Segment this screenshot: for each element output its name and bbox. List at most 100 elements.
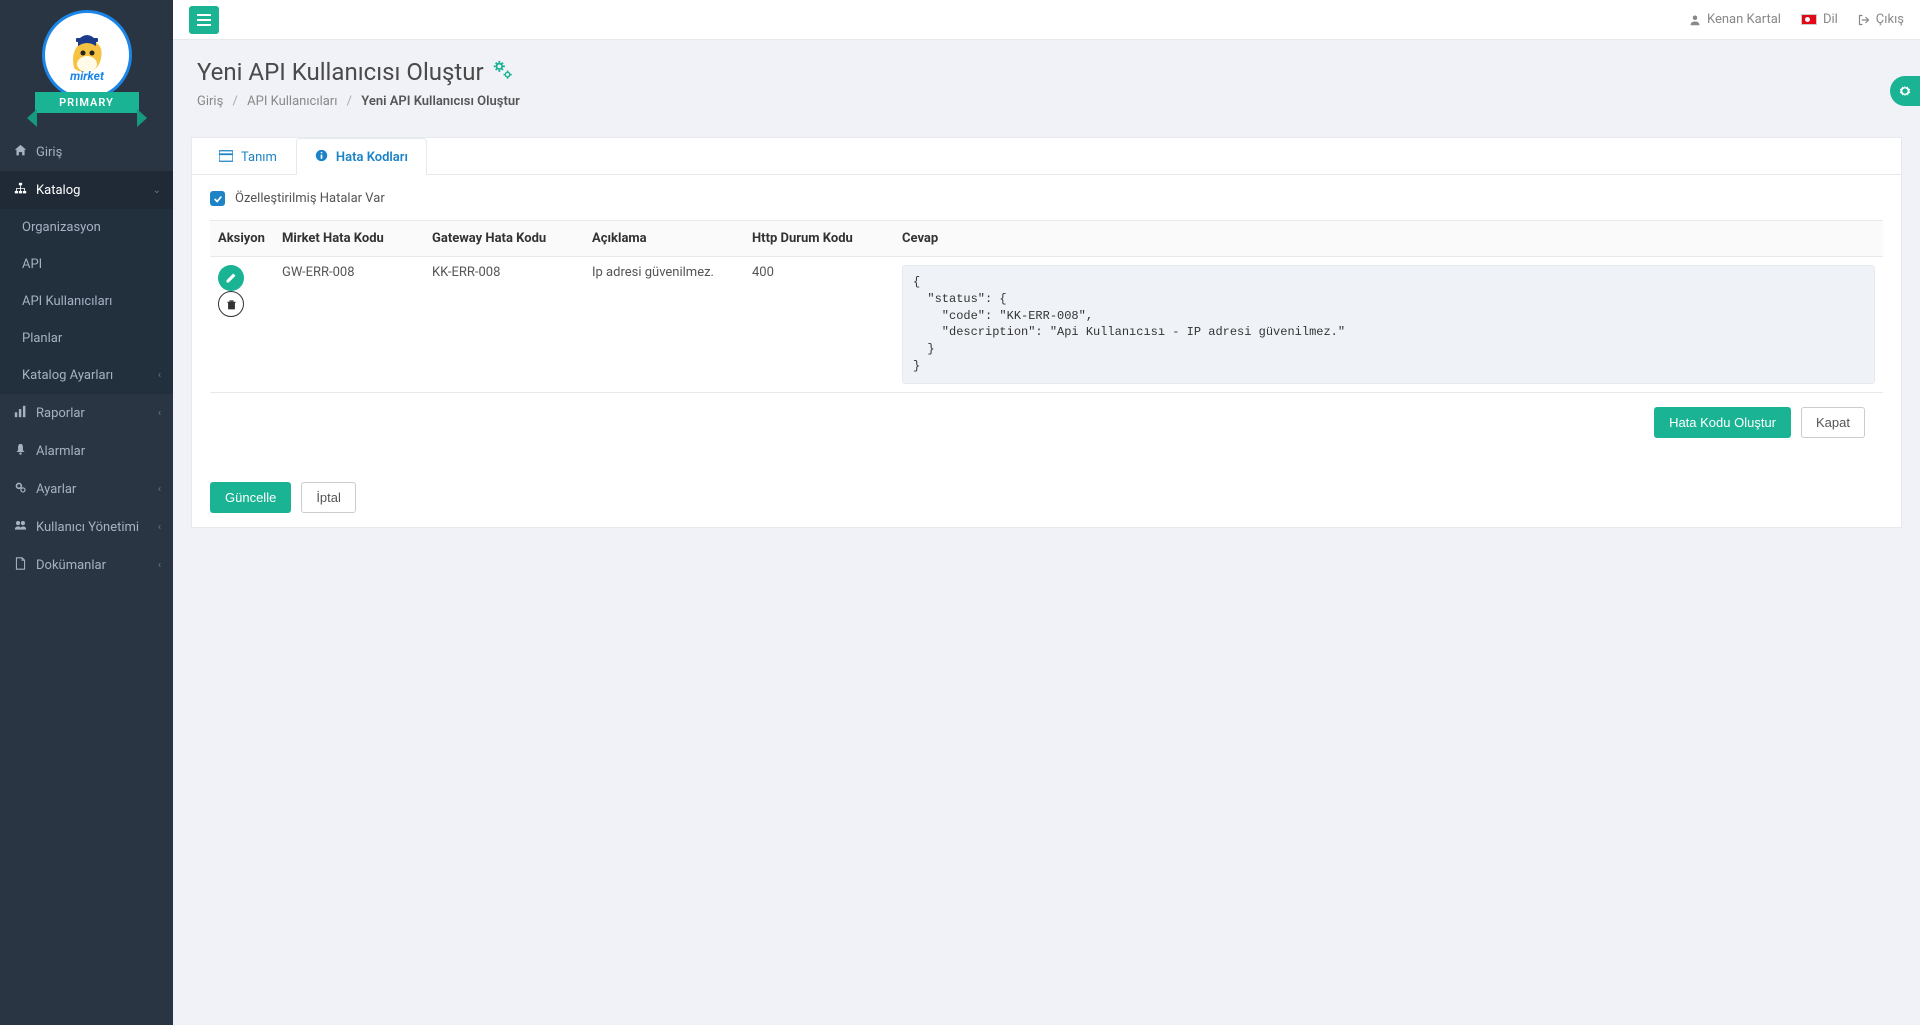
sidebar-item-alarmlar[interactable]: Alarmlar — [0, 432, 173, 470]
table-row: GW-ERR-008 KK-ERR-008 Ip adresi güvenilm… — [210, 257, 1883, 393]
cancel-button[interactable]: İptal — [301, 482, 356, 513]
env-ribbon-label: PRIMARY — [35, 92, 139, 113]
custom-errors-checkbox-row: Özelleştirilmiş Hatalar Var — [210, 191, 1883, 206]
edit-row-button[interactable] — [218, 265, 244, 291]
th-http-status: Http Durum Kodu — [744, 221, 894, 257]
sidebar-item-planlar[interactable]: Planlar — [0, 320, 173, 357]
card-footer-buttons: Güncelle İptal — [192, 468, 1901, 527]
nav-label: Ayarlar — [36, 482, 76, 497]
nav-label: Organizasyon — [22, 220, 101, 235]
nav-label: Kullanıcı Yönetimi — [36, 520, 139, 535]
mirket-logo-icon: mirket — [52, 20, 122, 90]
chart-icon — [12, 405, 28, 421]
breadcrumb-mid[interactable]: API Kullanıcıları — [247, 94, 337, 109]
logout-label: Çıkış — [1876, 12, 1904, 27]
th-mirket-code: Mirket Hata Kodu — [274, 221, 424, 257]
logout-icon — [1858, 14, 1870, 26]
chevron-down-icon: ⌄ — [153, 185, 161, 196]
sidebar-item-dokumanlar[interactable]: Dokümanlar ‹ — [0, 546, 173, 584]
nav-label: Raporlar — [36, 406, 85, 421]
page-header: Yeni API Kullanıcısı Oluştur Giriş / API… — [173, 40, 1920, 123]
tab-label: Hata Kodları — [336, 150, 408, 165]
pencil-icon — [225, 272, 237, 284]
tab-footer-buttons: Hata Kodu Oluştur Kapat — [210, 393, 1883, 452]
cogs-icon — [1898, 84, 1912, 98]
page-title-text: Yeni API Kullanıcısı Oluştur — [197, 58, 484, 86]
nav-label: Katalog Ayarları — [22, 368, 113, 383]
cell-http-status: 400 — [744, 257, 894, 393]
trash-icon — [226, 299, 237, 310]
breadcrumb: Giriş / API Kullanıcıları / Yeni API Kul… — [197, 94, 1896, 109]
hamburger-icon — [197, 14, 211, 26]
th-response: Cevap — [894, 221, 1883, 257]
nav-label: Alarmlar — [36, 444, 85, 459]
user-icon — [1689, 14, 1701, 26]
theme-settings-button[interactable] — [1890, 76, 1920, 106]
close-button[interactable]: Kapat — [1801, 407, 1865, 438]
th-description: Açıklama — [584, 221, 744, 257]
user-menu[interactable]: Kenan Kartal — [1689, 12, 1781, 27]
sidebar-submenu-katalog: Organizasyon API API Kullanıcıları Planl… — [0, 209, 173, 394]
cogs-icon — [12, 481, 28, 497]
create-error-code-button[interactable]: Hata Kodu Oluştur — [1654, 407, 1791, 438]
breadcrumb-separator: / — [227, 94, 244, 109]
cell-response: { "status": { "code": "KK-ERR-008", "des… — [894, 257, 1883, 393]
language-label: Dil — [1823, 12, 1838, 27]
response-code-block: { "status": { "code": "KK-ERR-008", "des… — [902, 265, 1875, 384]
chevron-right-icon: ‹ — [158, 408, 161, 419]
breadcrumb-root[interactable]: Giriş — [197, 94, 223, 109]
tab-tanim[interactable]: Tanım — [200, 138, 296, 175]
topbar: Kenan Kartal Dil Çıkış — [173, 0, 1920, 40]
info-icon — [315, 149, 328, 165]
sidebar-toggle-button[interactable] — [189, 6, 219, 34]
app-logo: mirket — [42, 10, 132, 100]
file-icon — [12, 557, 28, 573]
logo-wrap: mirket PRIMARY — [0, 0, 173, 133]
cell-description: Ip adresi güvenilmez. — [584, 257, 744, 393]
form-card: Tanım Hata Kodları Özelleştirilmiş Hatal… — [191, 137, 1902, 528]
th-gateway-code: Gateway Hata Kodu — [424, 221, 584, 257]
breadcrumb-active: Yeni API Kullanıcısı Oluştur — [361, 94, 519, 109]
nav-label: API Kullanıcıları — [22, 294, 112, 309]
gears-icon — [492, 59, 514, 86]
env-ribbon: PRIMARY — [35, 92, 139, 123]
sidebar-item-ayarlar[interactable]: Ayarlar ‹ — [0, 470, 173, 508]
tab-body-hata-kodlari: Özelleştirilmiş Hatalar Var Aksiyon Mirk… — [192, 175, 1901, 468]
chevron-right-icon: ‹ — [158, 484, 161, 495]
tab-hata-kodlari[interactable]: Hata Kodları — [296, 138, 427, 175]
main-nav: Giriş Katalog ⌄ Organizasyon API API Kul… — [0, 133, 173, 584]
users-icon — [12, 519, 28, 535]
chevron-right-icon: ‹ — [158, 370, 161, 381]
custom-errors-label: Özelleştirilmiş Hatalar Var — [235, 191, 385, 206]
sidebar-item-kullanici-yonetimi[interactable]: Kullanıcı Yönetimi ‹ — [0, 508, 173, 546]
flag-tr-icon — [1801, 14, 1817, 25]
logout-button[interactable]: Çıkış — [1858, 12, 1904, 27]
sidebar-item-organizasyon[interactable]: Organizasyon — [0, 209, 173, 246]
language-menu[interactable]: Dil — [1801, 12, 1838, 27]
sidebar-item-raporlar[interactable]: Raporlar ‹ — [0, 394, 173, 432]
delete-row-button[interactable] — [218, 291, 244, 317]
check-icon — [213, 194, 223, 204]
error-codes-table: Aksiyon Mirket Hata Kodu Gateway Hata Ko… — [210, 220, 1883, 393]
chevron-right-icon: ‹ — [158, 560, 161, 571]
cell-mirket-code: GW-ERR-008 — [274, 257, 424, 393]
card-icon — [219, 150, 233, 165]
sidebar-item-katalog-ayarlari[interactable]: Katalog Ayarları ‹ — [0, 357, 173, 394]
sidebar-item-giris[interactable]: Giriş — [0, 133, 173, 171]
table-header-row: Aksiyon Mirket Hata Kodu Gateway Hata Ko… — [210, 221, 1883, 257]
sidebar-item-api[interactable]: API — [0, 246, 173, 283]
custom-errors-checkbox[interactable] — [210, 191, 225, 206]
svg-text:mirket: mirket — [70, 69, 105, 83]
nav-label: Planlar — [22, 331, 62, 346]
chevron-right-icon: ‹ — [158, 522, 161, 533]
sidebar-item-api-kullanicilari[interactable]: API Kullanıcıları — [0, 283, 173, 320]
tab-label: Tanım — [241, 150, 277, 165]
main-panel: Kenan Kartal Dil Çıkış Yeni API Kullanıc… — [173, 0, 1920, 1025]
sidebar-item-katalog[interactable]: Katalog ⌄ — [0, 171, 173, 209]
nav-label: Katalog — [36, 183, 80, 198]
sidebar: mirket PRIMARY Giriş Katalog ⌄ — [0, 0, 173, 1025]
nav-label: API — [22, 257, 42, 272]
update-button[interactable]: Güncelle — [210, 482, 291, 513]
th-action: Aksiyon — [210, 221, 274, 257]
nav-label: Giriş — [36, 145, 62, 160]
